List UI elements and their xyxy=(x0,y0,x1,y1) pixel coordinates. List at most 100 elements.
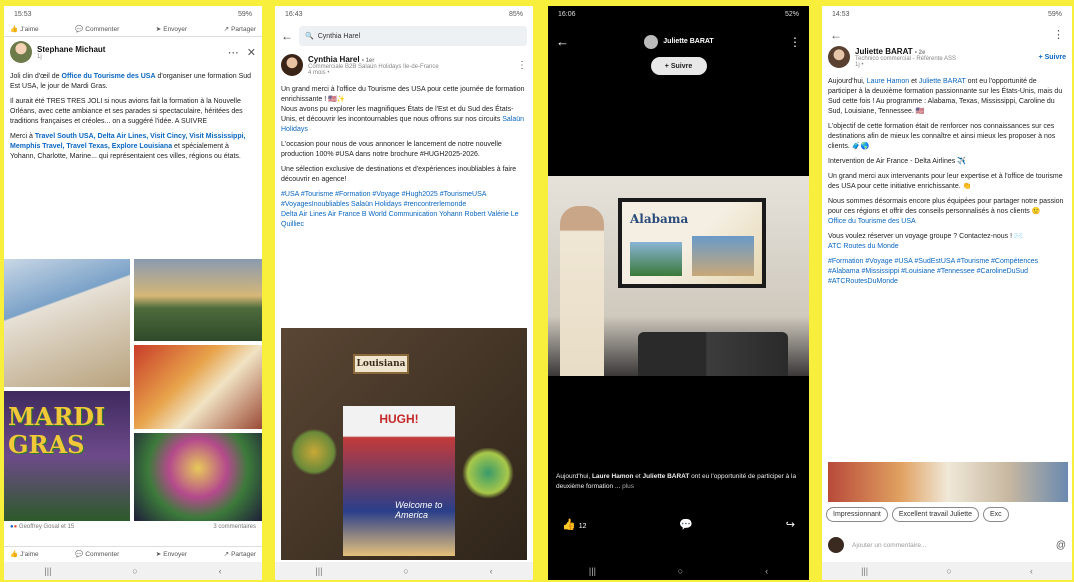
like-count: 12 xyxy=(578,523,587,530)
back-arrow-icon[interactable]: ← xyxy=(281,29,293,43)
more-icon[interactable]: ⋮ xyxy=(1053,28,1064,42)
share-icon[interactable]: ↪ xyxy=(786,518,795,531)
android-nav-bar: ||| ○ ‹ xyxy=(548,562,809,580)
mention-link[interactable]: Office du Tourisme des USA xyxy=(62,73,156,80)
back-icon[interactable]: ‹ xyxy=(1030,566,1033,576)
send-button[interactable]: ➤ Envoyer xyxy=(156,550,187,559)
status-bar: 16:43 85% xyxy=(275,6,533,22)
post-paragraph-2: L'objectif de cette formation était de r… xyxy=(828,123,1056,150)
hashtags[interactable]: #Formation #Voyage #USA #SudEstUSA #Tour… xyxy=(822,257,1072,287)
reactions-summary[interactable]: ●● Geoffrey Gosal et 15 xyxy=(10,524,74,530)
like-button[interactable]: 👍 J'aime xyxy=(10,25,39,34)
mention-laure[interactable]: Laure Hamon xyxy=(867,78,909,85)
search-input[interactable]: 🔍 Cynthia Harel xyxy=(299,26,527,46)
share-button[interactable]: ↗ Partager xyxy=(224,550,256,559)
author-name[interactable]: Stephane Michaut xyxy=(37,45,105,54)
back-icon[interactable]: ‹ xyxy=(219,566,222,576)
mention-link[interactable]: Office du Tourisme des USA xyxy=(828,218,916,225)
like-icon: 👍 xyxy=(562,519,576,531)
mentions[interactable]: Delta Air Lines Air France B World Commu… xyxy=(275,210,533,230)
presenter xyxy=(560,206,604,376)
see-more-link[interactable]: plus xyxy=(622,483,634,490)
author-title: Technico commercial - Référente ASS xyxy=(855,55,957,62)
home-icon[interactable]: ○ xyxy=(678,566,683,576)
status-time: 16:06 xyxy=(558,10,576,18)
comment-button[interactable]: 💬 Commenter xyxy=(75,25,119,34)
like-button[interactable]: 👍 12 xyxy=(562,518,587,531)
recent-apps-icon[interactable]: ||| xyxy=(315,566,322,576)
like-button[interactable]: 👍 J'aime xyxy=(10,550,39,559)
photo-booth[interactable] xyxy=(4,259,130,387)
photo-landscape[interactable] xyxy=(134,259,262,341)
comment-icon[interactable]: 💬 xyxy=(679,518,693,531)
post-paragraph-4: Un grand merci aux intervenants pour leu… xyxy=(828,173,1063,190)
more-icon[interactable]: ⋮ xyxy=(517,60,527,71)
recent-apps-icon[interactable]: ||| xyxy=(44,566,51,576)
post-photo-strip[interactable] xyxy=(828,462,1068,502)
more-icon[interactable]: ⋮ xyxy=(789,35,801,49)
back-icon[interactable]: ‹ xyxy=(490,566,493,576)
status-battery: 59% xyxy=(237,10,252,18)
photo-parade-float[interactable] xyxy=(134,433,262,521)
mention-at-icon[interactable]: @ xyxy=(1056,540,1066,551)
comments-count[interactable]: 3 commentaires xyxy=(213,524,256,530)
phone-screen-3: 16:06 52% ← Juliette BARAT ⋮ + Suivre Al… xyxy=(548,6,809,580)
close-icon[interactable]: ✕ xyxy=(247,46,256,59)
status-bar: 16:06 52% xyxy=(548,6,809,22)
send-button[interactable]: ➤ Envoyer xyxy=(156,25,187,34)
mention-juliette[interactable]: Juliette BARAT xyxy=(919,78,966,85)
home-icon[interactable]: ○ xyxy=(946,566,951,576)
slide-image-1 xyxy=(630,242,682,276)
reply-chip[interactable]: Impressionnant xyxy=(826,507,888,522)
mention-link[interactable]: ATC Routes du Monde xyxy=(828,243,899,250)
author-degree: • 2e xyxy=(914,49,926,56)
reply-chip[interactable]: Exc xyxy=(983,507,1009,522)
hugh-brochure: HUGH! Welcome to America xyxy=(343,406,455,556)
status-bar: 14:53 59% xyxy=(822,6,1072,22)
post-paragraph-3: Merci à Travel South USA, Delta Air Line… xyxy=(10,133,246,160)
avatar[interactable] xyxy=(10,41,32,63)
author-name[interactable]: Cynthia Harel • 1er xyxy=(308,55,439,64)
hashtags[interactable]: #USA #Tourisme #Formation #Voyage #Hugh2… xyxy=(275,190,533,210)
photo-grid[interactable]: MARDI GRAS xyxy=(4,259,262,521)
home-icon[interactable]: ○ xyxy=(132,566,137,576)
slide-image-2 xyxy=(692,236,754,276)
back-icon[interactable]: ‹ xyxy=(765,566,768,576)
mention-laure[interactable]: Laure Hamon xyxy=(592,473,634,480)
recent-apps-icon[interactable]: ||| xyxy=(861,566,868,576)
like-icon: 👍 xyxy=(10,551,19,558)
like-icon: 👍 xyxy=(10,26,19,33)
presentation-photo[interactable]: Alabama xyxy=(548,176,809,376)
mention-juliette[interactable]: Juliette BARAT xyxy=(643,473,690,480)
avatar[interactable] xyxy=(281,54,303,76)
share-button[interactable]: ↗ Partager xyxy=(224,25,256,34)
phone-screen-4: 14:53 59% ← ⋮ Juliette BARAT • 2e Techni… xyxy=(822,6,1072,580)
mardi-gras-text: MARDI GRAS xyxy=(8,402,106,459)
comment-button[interactable]: 💬 Commenter xyxy=(75,550,119,559)
back-arrow-icon[interactable]: ← xyxy=(556,34,569,49)
presentation-screen: Alabama xyxy=(618,198,766,288)
author-name[interactable]: Juliette BARAT • 2e xyxy=(855,47,956,56)
comment-input[interactable]: Ajouter un commentaire... xyxy=(852,542,1048,549)
avatar[interactable] xyxy=(828,46,850,68)
back-arrow-icon[interactable]: ← xyxy=(830,28,842,42)
bottom-action-bar: 👍 J'aime 💬 Commenter ➤ Envoyer ↗ Partager xyxy=(4,546,262,561)
status-battery: 59% xyxy=(1047,10,1062,18)
post-paragraph-2: Nous avons pu explorer les magnifiques É… xyxy=(281,106,525,133)
post-caption[interactable]: Aujourd'hui, Laure Hamon et Juliette BAR… xyxy=(556,472,801,492)
photo-brochures[interactable] xyxy=(134,345,262,429)
reply-chip[interactable]: Excellent travail Juliette xyxy=(891,507,980,522)
more-icon[interactable]: ⋯ xyxy=(228,46,239,59)
post-meta: 1j xyxy=(37,53,42,60)
recent-apps-icon[interactable]: ||| xyxy=(589,566,596,576)
photo-mardi-gras-sign[interactable]: MARDI GRAS xyxy=(4,391,130,521)
viewer-author[interactable]: Juliette BARAT xyxy=(644,34,714,49)
phone-screen-1: 15:53 59% 👍 J'aime 💬 Commenter ➤ Envoyer ↗ P… xyxy=(4,6,262,580)
follow-button[interactable]: + Suivre xyxy=(1039,54,1066,61)
follow-button[interactable]: + Suivre xyxy=(650,57,707,75)
post-author: Juliette BARAT • 2e Technico commercial … xyxy=(822,42,1072,72)
chairs xyxy=(638,332,788,376)
home-icon[interactable]: ○ xyxy=(403,566,408,576)
post-paragraph-4: Une sélection exclusive de destinations … xyxy=(281,166,517,183)
post-photo[interactable]: Louisiana HUGH! Welcome to America xyxy=(281,328,527,560)
